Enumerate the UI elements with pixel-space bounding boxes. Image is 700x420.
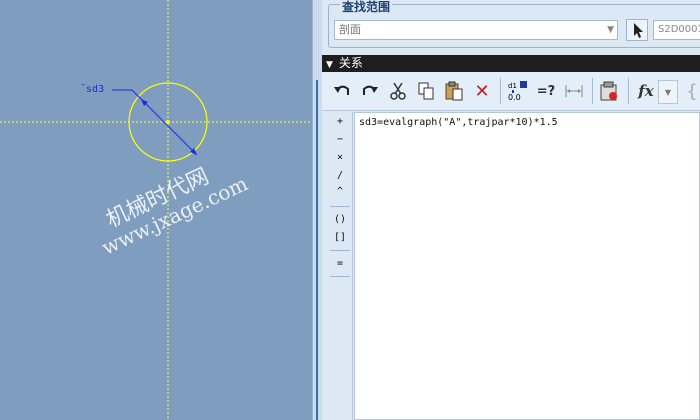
- operator-separator: [330, 276, 350, 277]
- relations-title: 关系: [338, 56, 363, 70]
- center-point: [166, 120, 170, 124]
- operator-separator: [330, 206, 350, 207]
- section-id-field[interactable]: S2D0001: [653, 20, 700, 40]
- undo-icon[interactable]: [330, 79, 354, 103]
- relation-editor[interactable]: sd3=evalgraph("A",trajpar*10)*1.5: [354, 112, 700, 420]
- insert-parameter-icon[interactable]: d1 0.0: [506, 79, 530, 103]
- bracket-icon[interactable]: {: [680, 79, 700, 103]
- function-dropdown[interactable]: ▼: [658, 80, 678, 104]
- toolbar-separator: [592, 78, 593, 104]
- operator-separator: [330, 250, 350, 251]
- chevron-down-icon: ▼: [664, 87, 672, 97]
- cut-icon[interactable]: [386, 79, 410, 103]
- dimension-icon[interactable]: [562, 79, 586, 103]
- sketch-canvas[interactable]: ˉsd3 机械时代网 www.jxage.com: [0, 0, 312, 420]
- operator-plus[interactable]: +: [328, 116, 352, 127]
- operator-divide[interactable]: /: [328, 170, 352, 181]
- verify-icon[interactable]: [598, 79, 622, 103]
- scope-value: 剖面: [339, 23, 361, 36]
- scope-dropdown[interactable]: 剖面 ▼: [334, 20, 618, 40]
- relations-panel: 查找范围 剖面 ▼ S2D0001 ▼ 关系 ✕ d1 0.0 =? fx ▼ …: [322, 0, 700, 420]
- collapse-triangle-icon: ▼: [326, 60, 333, 70]
- operator-equals[interactable]: =: [328, 258, 352, 269]
- toolbar-separator: [628, 78, 629, 104]
- operator-brackets[interactable]: []: [328, 232, 352, 243]
- svg-text:0.0: 0.0: [508, 93, 521, 102]
- find-scope-title: 查找范围: [340, 0, 393, 15]
- chevron-down-icon: ▼: [607, 25, 614, 35]
- paste-icon[interactable]: [442, 79, 466, 103]
- select-pointer-button[interactable]: [626, 19, 648, 41]
- copy-icon[interactable]: [414, 79, 438, 103]
- operator-sidebar: + − × / ^ () [] =: [328, 112, 353, 420]
- cursor-arrow-icon: [634, 23, 643, 38]
- dimension-text: sd3: [86, 84, 105, 95]
- splitter-handle[interactable]: [316, 80, 318, 420]
- operator-minus[interactable]: −: [328, 134, 352, 145]
- operator-power[interactable]: ^: [328, 186, 352, 197]
- operator-multiply[interactable]: ×: [328, 152, 352, 163]
- delete-icon[interactable]: ✕: [470, 79, 494, 103]
- function-button[interactable]: fx: [634, 79, 658, 103]
- relations-toolbar: ✕ d1 0.0 =? fx ▼ {: [322, 72, 700, 111]
- redo-icon[interactable]: [358, 79, 382, 103]
- relations-header[interactable]: ▼ 关系: [322, 55, 700, 72]
- relation-expression[interactable]: sd3=evalgraph("A",trajpar*10)*1.5: [359, 117, 558, 128]
- svg-text:d1: d1: [508, 82, 517, 90]
- dimension-label[interactable]: ˉsd3: [80, 84, 104, 95]
- toolbar-separator: [500, 78, 501, 104]
- operator-parentheses[interactable]: (): [328, 214, 352, 225]
- evaluate-button[interactable]: =?: [534, 79, 558, 103]
